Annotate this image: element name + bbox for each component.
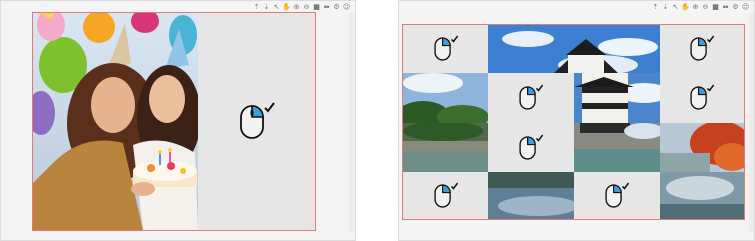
mouse-click-icon: [605, 182, 630, 208]
fit-icon[interactable]: ⇔: [322, 3, 331, 12]
grid-cell[interactable]: [574, 172, 660, 219]
grid-icon[interactable]: ▦: [312, 3, 321, 12]
right-canvas[interactable]: [402, 24, 745, 220]
zoom-cursor-icon[interactable]: ↖: [671, 3, 680, 12]
scroll-up-icon[interactable]: ⇡: [651, 3, 660, 12]
left-canvas[interactable]: [32, 12, 316, 231]
zoom-cursor-icon[interactable]: ↖: [272, 3, 281, 12]
mouse-click-icon: [519, 84, 544, 110]
autumn-photo: [660, 123, 744, 172]
water-photo: [660, 172, 744, 219]
mouse-click-icon: [239, 101, 275, 139]
water-photo: [488, 172, 574, 219]
grid-cell[interactable]: [403, 172, 488, 219]
settings-icon[interactable]: ⚙: [731, 3, 740, 12]
trees-photo: [403, 73, 488, 123]
hand-pan-icon[interactable]: ✋: [282, 3, 291, 12]
mouse-click-icon: [690, 35, 715, 61]
grid-icon[interactable]: ▦: [711, 3, 720, 12]
hand-pan-icon[interactable]: ✋: [681, 3, 690, 12]
mouse-click-icon: [433, 35, 458, 61]
zoom-in-icon[interactable]: ⊕: [292, 3, 301, 12]
info-icon[interactable]: ☺: [342, 3, 351, 12]
right-toolbar: ⇡ ⇣ ↖ ✋ ⊕ ⊖ ▦ ⇔ ⚙ ☺: [651, 2, 750, 12]
castle-photo: [574, 123, 660, 172]
birthday-photo: [33, 13, 198, 230]
grid-cell[interactable]: [660, 73, 744, 123]
info-icon[interactable]: ☺: [741, 3, 750, 12]
trees-photo: [403, 123, 488, 172]
left-toolbar: ⇡ ⇣ ↖ ✋ ⊕ ⊖ ▦ ⇔ ⚙ ☺: [252, 2, 351, 12]
zoom-out-icon[interactable]: ⊖: [302, 3, 311, 12]
mouse-click-icon: [519, 134, 544, 160]
castle-photo: [574, 73, 660, 123]
zoom-out-icon[interactable]: ⊖: [701, 3, 710, 12]
zoom-in-icon[interactable]: ⊕: [691, 3, 700, 12]
scroll-down-icon[interactable]: ⇣: [661, 3, 670, 12]
mouse-click-icon: [433, 182, 458, 208]
grid-cell[interactable]: [403, 25, 488, 73]
fit-icon[interactable]: ⇔: [721, 3, 730, 12]
castle-photo: [488, 25, 660, 73]
settings-icon[interactable]: ⚙: [332, 3, 341, 12]
left-scrollbar[interactable]: [349, 13, 354, 233]
grid-cell[interactable]: [488, 123, 574, 172]
scroll-down-icon[interactable]: ⇣: [262, 3, 271, 12]
grid-cell[interactable]: [488, 73, 574, 123]
grid-cell[interactable]: [660, 25, 744, 73]
right-scrollbar[interactable]: [749, 13, 754, 233]
mouse-click-icon: [690, 84, 715, 110]
scroll-up-icon[interactable]: ⇡: [252, 3, 261, 12]
placeholder-cell[interactable]: [198, 13, 315, 230]
